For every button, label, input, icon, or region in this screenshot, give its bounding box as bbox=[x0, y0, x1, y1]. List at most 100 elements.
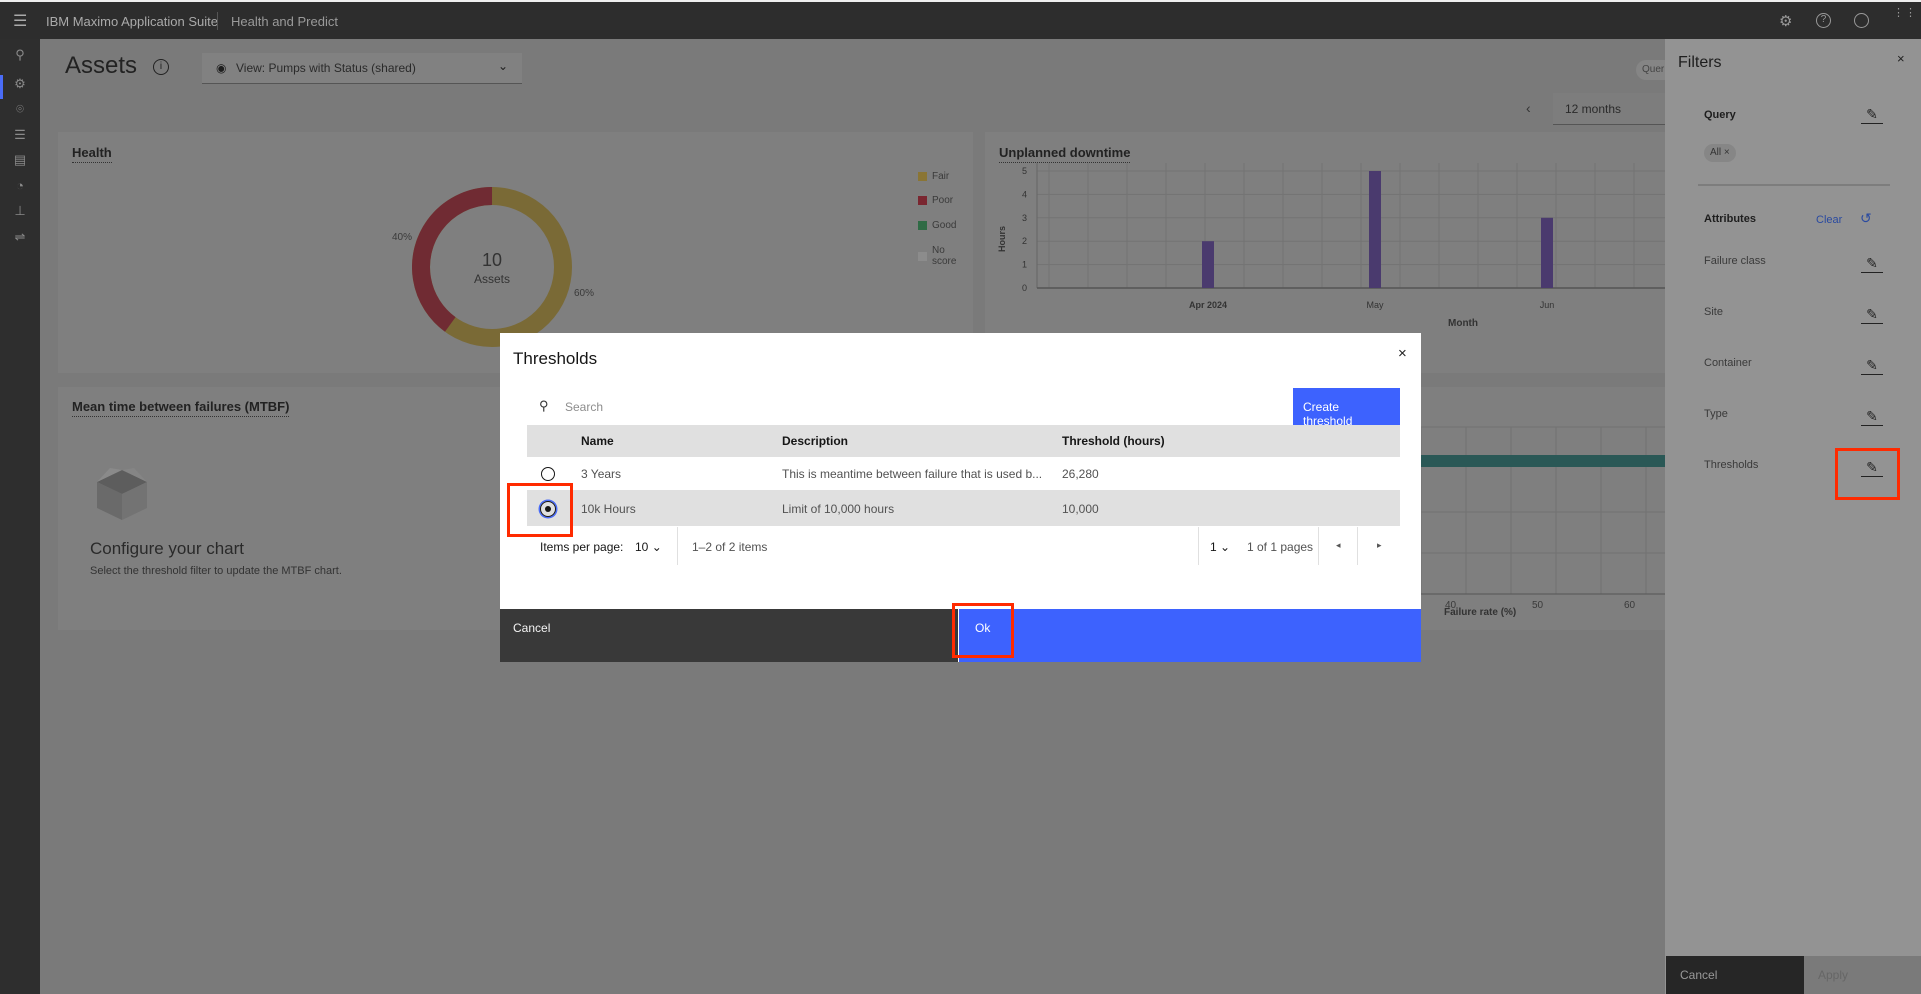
col-name[interactable]: Name bbox=[581, 434, 614, 448]
next-page-icon[interactable]: ▸ bbox=[1377, 540, 1382, 551]
clear-link[interactable]: Clear bbox=[1816, 214, 1842, 226]
filters-apply-button[interactable]: Apply bbox=[1804, 956, 1921, 994]
edit-container-icon[interactable]: ✎ bbox=[1861, 357, 1883, 375]
legend-label-no-score[interactable]: No score bbox=[932, 245, 962, 267]
modal-title: Thresholds bbox=[513, 349, 598, 368]
x-tick: 60 bbox=[1624, 600, 1636, 611]
y-axis-label: Hours bbox=[997, 225, 1007, 252]
filters-panel: Filters × Query ✎ All × Attributes Clear… bbox=[1665, 39, 1921, 994]
attr-type: Type bbox=[1704, 408, 1728, 420]
legend-swatch-no-score bbox=[918, 252, 927, 261]
y-tick-label: 0 bbox=[1022, 283, 1027, 293]
chip-label: All bbox=[1710, 147, 1722, 158]
modal-cancel-button[interactable]: Cancel bbox=[500, 609, 958, 662]
fair-percent-label: 60% bbox=[574, 288, 595, 299]
left-nav: ⚲ ⚙ ⌾ ☰ ▤ ◔ ⊥ ⇌ bbox=[0, 39, 40, 994]
failure-rate-axis-label: Failure rate (%) bbox=[1444, 607, 1517, 618]
divider bbox=[1198, 527, 1199, 565]
checklist-icon[interactable]: ☰ bbox=[12, 127, 28, 143]
chevron-down-icon: ⌄ bbox=[651, 540, 662, 554]
row-threshold: 10,000 bbox=[1062, 502, 1099, 516]
settings-icon[interactable]: ⚙ bbox=[1779, 12, 1792, 30]
y-tick-label: 5 bbox=[1022, 166, 1027, 176]
location-icon[interactable]: ⌾ bbox=[12, 101, 28, 117]
edit-query-icon[interactable]: ✎ bbox=[1861, 106, 1883, 124]
row-name: 3 Years bbox=[581, 467, 622, 481]
legend-swatch-fair bbox=[918, 172, 927, 181]
page-select[interactable]: 1 ⌄ bbox=[1210, 540, 1230, 554]
report-icon[interactable]: ▤ bbox=[12, 152, 28, 168]
edit-site-icon[interactable]: ✎ bbox=[1861, 306, 1883, 324]
attributes-label: Attributes bbox=[1704, 213, 1756, 225]
legend-label-poor[interactable]: Poor bbox=[932, 195, 953, 206]
bar-jun[interactable] bbox=[1541, 217, 1553, 288]
modal-ok-button[interactable]: Ok bbox=[958, 609, 1421, 662]
bar-apr-2024[interactable] bbox=[1202, 241, 1214, 288]
x-tick-label: Jun bbox=[1540, 300, 1555, 310]
y-tick-label: 2 bbox=[1022, 236, 1027, 246]
active-indicator bbox=[0, 75, 3, 99]
app-switcher-icon[interactable]: ⋮⋮⋮ bbox=[1893, 8, 1921, 19]
view-dropdown[interactable]: ◉ View: Pumps with Status (shared) ⌄ bbox=[202, 53, 522, 84]
col-description[interactable]: Description bbox=[782, 434, 848, 448]
radio-3-years[interactable] bbox=[541, 467, 555, 481]
search-icon: ⚲ bbox=[539, 398, 549, 413]
legend-label-fair[interactable]: Fair bbox=[932, 171, 949, 182]
eye-icon: ◉ bbox=[216, 61, 227, 75]
empty-state-title: Configure your chart bbox=[90, 539, 245, 558]
table-row-selected[interactable]: 10k Hours Limit of 10,000 hours 10,000 bbox=[527, 491, 1400, 526]
legend-label-good[interactable]: Good bbox=[932, 220, 956, 231]
close-icon[interactable]: × bbox=[1897, 51, 1905, 66]
filters-title: Filters bbox=[1678, 54, 1722, 71]
highlight-box bbox=[952, 603, 1014, 658]
time-range-dropdown[interactable]: 12 months bbox=[1553, 93, 1665, 125]
query-chip-all[interactable]: All × bbox=[1704, 144, 1736, 162]
attr-container: Container bbox=[1704, 357, 1752, 369]
module-name: Health and Predict bbox=[231, 14, 338, 29]
search-input[interactable]: ⚲ Search bbox=[527, 388, 1293, 425]
y-tick-label: 3 bbox=[1022, 213, 1027, 223]
range-text: 1–2 of 2 items bbox=[692, 540, 768, 554]
reset-icon[interactable]: ↺ bbox=[1860, 210, 1872, 227]
x-tick-label: Apr 2024 bbox=[1189, 300, 1227, 310]
col-threshold[interactable]: Threshold (hours) bbox=[1062, 434, 1165, 448]
items-per-page-select[interactable]: 10 ⌄ bbox=[635, 540, 662, 554]
chip-close-icon[interactable]: × bbox=[1724, 147, 1730, 158]
chevron-down-icon: ⌄ bbox=[1220, 540, 1231, 554]
view-label: View: Pumps with Status (shared) bbox=[236, 61, 416, 75]
bar-may[interactable] bbox=[1369, 171, 1381, 288]
thresholds-modal: Thresholds × ⚲ Search Create threshold N… bbox=[500, 333, 1421, 662]
y-tick-label: 4 bbox=[1022, 189, 1027, 199]
divider bbox=[1357, 527, 1358, 565]
attr-thresholds: Thresholds bbox=[1704, 459, 1759, 471]
help-icon[interactable]: ? bbox=[1816, 13, 1831, 28]
gauge-icon[interactable]: ◔ bbox=[12, 178, 28, 194]
edit-failure-class-icon[interactable]: ✎ bbox=[1861, 255, 1883, 273]
settings-sliders-icon[interactable]: ⇌ bbox=[12, 229, 28, 245]
menu-icon[interactable]: ☰ bbox=[13, 11, 27, 31]
legend-swatch-poor bbox=[918, 196, 927, 205]
edit-type-icon[interactable]: ✎ bbox=[1861, 408, 1883, 426]
user-icon[interactable] bbox=[1854, 13, 1869, 28]
legend-swatch-good bbox=[918, 221, 927, 230]
app-name[interactable]: IBM Maximo Application Suite bbox=[46, 14, 218, 29]
table-row[interactable]: 3 Years This is meantime between failure… bbox=[527, 457, 1400, 491]
hierarchy-icon[interactable]: ⊥ bbox=[12, 203, 28, 219]
chevron-down-icon: ⌄ bbox=[498, 59, 509, 73]
divider bbox=[217, 12, 218, 30]
row-description: This is meantime between failure that is… bbox=[782, 467, 1043, 481]
info-icon[interactable]: i bbox=[153, 59, 169, 75]
assets-icon[interactable]: ⚙ bbox=[12, 76, 28, 92]
pages-text: 1 of 1 pages bbox=[1247, 540, 1314, 554]
table-header bbox=[527, 425, 1400, 457]
highlight-box bbox=[1835, 448, 1900, 500]
y-tick-label: 1 bbox=[1022, 260, 1027, 270]
donut-center-value: 10 bbox=[481, 250, 503, 270]
chevron-left-icon[interactable]: ‹ bbox=[1526, 100, 1531, 116]
modal-close-icon[interactable]: × bbox=[1398, 345, 1407, 362]
filters-cancel-button[interactable]: Cancel bbox=[1666, 956, 1804, 994]
search-icon[interactable]: ⚲ bbox=[12, 47, 28, 63]
poor-percent-label: 40% bbox=[392, 232, 413, 243]
prev-page-icon[interactable]: ◂ bbox=[1336, 540, 1341, 551]
create-threshold-button[interactable]: Create threshold bbox=[1293, 388, 1400, 428]
